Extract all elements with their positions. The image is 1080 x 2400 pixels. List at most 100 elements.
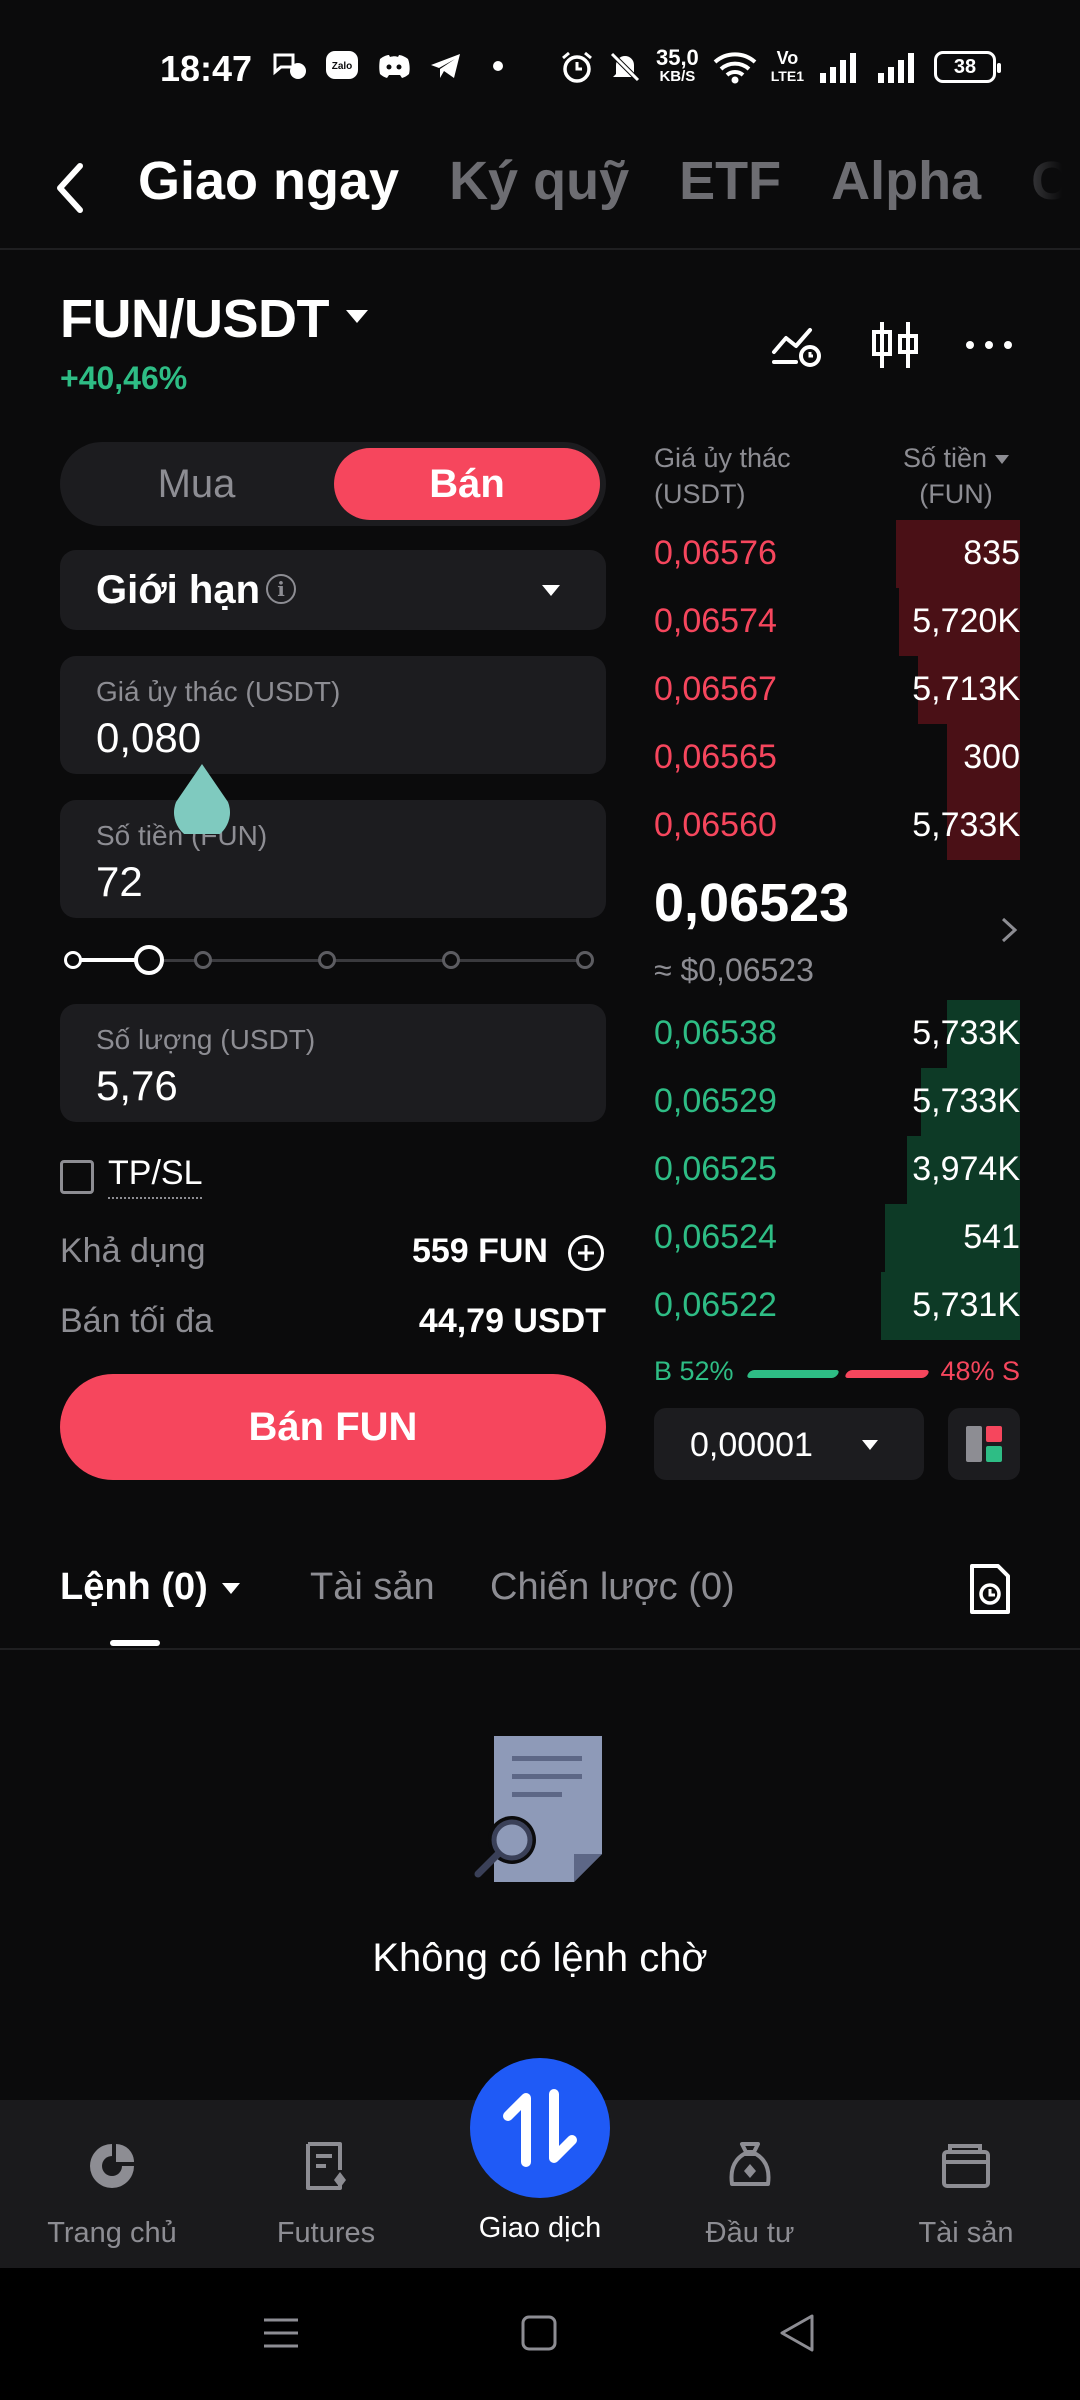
last-price: 0,06523 — [654, 873, 850, 933]
tick-size-select[interactable]: 0,00001 — [654, 1408, 924, 1480]
orders-tabs: Lệnh (0) Tài sản Chiến lược (0) — [0, 1560, 1080, 1650]
bid-row[interactable]: 0,06538 5,733K — [654, 1000, 1020, 1068]
chevron-down-icon — [221, 1583, 240, 1595]
money-bag-icon — [729, 2142, 771, 2186]
tpsl-checkbox[interactable] — [60, 1160, 94, 1194]
ask-row[interactable]: 0,06574 5,720K — [654, 588, 1020, 656]
orderbook-layout-icon — [966, 1426, 1002, 1462]
ask-amount: 5,720K — [912, 602, 1020, 640]
slider-step-0[interactable] — [64, 951, 82, 969]
signal-strength-icon-2 — [878, 53, 914, 83]
orderbook-layout-button[interactable] — [948, 1408, 1020, 1480]
system-status-icons: 35,0 KB/S Vo LTE1 38 — [560, 47, 1001, 86]
add-funds-plus-icon[interactable] — [568, 1235, 604, 1271]
slider-step-100[interactable] — [576, 951, 594, 969]
mute-bell-icon — [610, 52, 640, 82]
home-logo-icon — [90, 2144, 134, 2188]
home-button-icon[interactable] — [520, 2314, 558, 2352]
orderbook-amount-header[interactable]: Số tiền (FUN) — [892, 440, 1020, 512]
recent-apps-icon[interactable] — [262, 2314, 300, 2352]
chevron-right-icon[interactable] — [1000, 916, 1018, 944]
back-arrow-icon[interactable] — [48, 158, 92, 218]
slider-thumb[interactable] — [134, 945, 164, 975]
sell-tab[interactable]: Bán — [334, 448, 600, 520]
tab-assets[interactable]: Tài sản — [310, 1566, 435, 1609]
tabs-fade-overlay — [990, 140, 1080, 240]
price-input-value[interactable]: 0,080 — [96, 714, 201, 762]
ask-row[interactable]: 0,06565 300 — [654, 724, 1020, 792]
max-sell-label: Bán tối đa — [60, 1302, 214, 1340]
buy-ratio-bar — [745, 1370, 841, 1378]
tab-orders[interactable]: Lệnh (0) — [60, 1566, 240, 1609]
bid-amount: 5,733K — [912, 1014, 1020, 1052]
bid-row[interactable]: 0,06525 3,974K — [654, 1136, 1020, 1204]
info-icon[interactable]: i — [266, 574, 296, 604]
battery-indicator: 38 — [934, 51, 1001, 83]
chevron-down-icon — [862, 1440, 878, 1450]
alarm-icon — [562, 51, 592, 83]
bid-row[interactable]: 0,06522 5,731K — [654, 1272, 1020, 1340]
bid-row[interactable]: 0,06529 5,733K — [654, 1068, 1020, 1136]
text-cursor-handle-icon[interactable] — [172, 762, 232, 834]
bid-amount: 3,974K — [912, 1150, 1020, 1188]
tab-alpha[interactable]: Alpha — [831, 150, 981, 212]
tab-spot[interactable]: Giao ngay — [138, 150, 399, 212]
tick-size-value: 0,00001 — [690, 1426, 813, 1464]
empty-document-icon — [474, 1736, 602, 1882]
bid-price: 0,06525 — [654, 1150, 777, 1188]
ask-price: 0,06560 — [654, 806, 777, 844]
quantity-input-value[interactable]: 5,76 — [96, 1062, 178, 1110]
buy-sell-toggle: Mua Bán — [60, 442, 606, 526]
sell-submit-button[interactable]: Bán FUN — [60, 1374, 606, 1480]
system-navigation-bar — [0, 2268, 1080, 2400]
tpsl-label[interactable]: TP/SL — [108, 1154, 203, 1199]
more-notifications-dot-icon — [480, 50, 516, 82]
volte-indicator: Vo LTE1 — [770, 48, 804, 84]
candlestick-chart-icon[interactable] — [868, 318, 922, 372]
bid-amount: 541 — [963, 1218, 1020, 1256]
back-triangle-icon[interactable] — [778, 2312, 816, 2354]
bid-amount: 5,731K — [912, 1286, 1020, 1324]
pair-dropdown-caret-icon[interactable] — [346, 310, 368, 323]
bid-row[interactable]: 0,06524 541 — [654, 1204, 1020, 1272]
amount-percent-slider[interactable] — [64, 945, 598, 975]
quantity-input[interactable]: Số lượng (USDT) 5,76 — [60, 1004, 606, 1122]
status-time: 18:47 — [160, 48, 253, 89]
discord-icon — [376, 50, 412, 82]
available-label: Khả dụng — [60, 1232, 206, 1270]
ask-amount: 300 — [963, 738, 1020, 776]
ask-row[interactable]: 0,06560 5,733K — [654, 792, 1020, 860]
futures-document-icon — [306, 2142, 346, 2190]
slider-step-20[interactable] — [194, 951, 212, 969]
nav-assets[interactable]: Tài sản — [866, 2138, 1066, 2250]
order-type-select[interactable]: Giới hạn i — [60, 550, 606, 630]
signal-strength-icon-1 — [820, 53, 856, 83]
tab-margin[interactable]: Ký quỹ — [449, 150, 629, 212]
pair-selector[interactable]: FUN/USDT — [60, 288, 329, 350]
nav-home[interactable]: Trang chủ — [12, 2138, 212, 2250]
price-alert-chart-icon[interactable] — [770, 318, 824, 372]
order-type-label: Giới hạn — [96, 568, 261, 612]
ask-row[interactable]: 0,06576 835 — [654, 520, 1020, 588]
amount-input[interactable]: Số tiền (FUN) 72 — [60, 800, 606, 918]
last-price-usd: ≈ $0,06523 — [654, 952, 814, 988]
price-input[interactable]: Giá ủy thác (USDT) 0,080 — [60, 656, 606, 774]
buy-tab[interactable]: Mua — [60, 442, 333, 526]
nav-trade-label[interactable]: Giao dịch — [440, 2212, 640, 2245]
order-history-icon[interactable] — [968, 1562, 1012, 1616]
ask-row[interactable]: 0,06567 5,713K — [654, 656, 1020, 724]
trade-fab-button[interactable] — [470, 2058, 610, 2198]
slider-step-40[interactable] — [318, 951, 336, 969]
active-tab-underline — [110, 1640, 160, 1646]
tab-strategies[interactable]: Chiến lược (0) — [490, 1566, 735, 1609]
nav-futures[interactable]: Futures — [226, 2138, 426, 2250]
tab-etf[interactable]: ETF — [679, 150, 781, 212]
slider-step-60[interactable] — [442, 951, 460, 969]
more-options-icon[interactable] — [962, 318, 1016, 372]
ask-price: 0,06574 — [654, 602, 777, 640]
available-value: 559 FUN — [411, 1232, 548, 1270]
ask-price: 0,06565 — [654, 738, 777, 776]
nav-invest[interactable]: Đầu tư — [650, 2138, 850, 2250]
amount-input-value[interactable]: 72 — [96, 858, 143, 906]
price-input-label: Giá ủy thác (USDT) — [96, 676, 341, 707]
